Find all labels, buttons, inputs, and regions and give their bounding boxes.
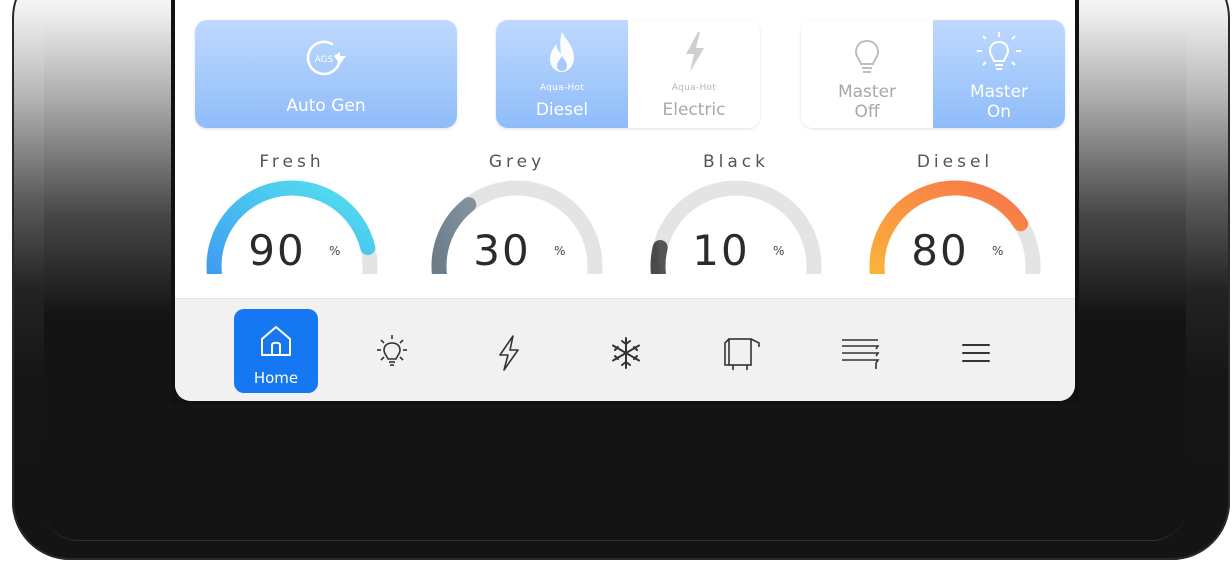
gauge-unit: % [329, 244, 341, 258]
lightning-icon [628, 28, 760, 80]
nav-climate[interactable] [584, 309, 668, 393]
gauge-value: 10 [692, 226, 750, 275]
gauge-title: Grey [488, 152, 546, 172]
auto-gen-label: Auto Gen [286, 96, 366, 116]
gauge-fill [650, 240, 668, 274]
nav-awning[interactable] [818, 309, 902, 393]
gauge-diesel: Diesel 80 % [860, 150, 1050, 280]
gauge-unit: % [773, 244, 785, 258]
home-icon [234, 323, 318, 363]
gauge-unit: % [992, 244, 1004, 258]
nav-home-label: Home [253, 369, 299, 387]
aqua-hot-diesel-button[interactable]: Aqua-Hot Diesel [496, 20, 628, 128]
gauge-value: 30 [473, 226, 531, 275]
nav-slide-outs[interactable] [701, 309, 785, 393]
snowflake-icon [584, 333, 668, 377]
master-on-line2: On [986, 102, 1012, 122]
ags-badge-text: AGS [315, 55, 334, 65]
nav-menu[interactable] [934, 309, 1018, 393]
bottom-nav: Home [175, 298, 1075, 401]
aqua-hot-electric-label: Electric [662, 100, 726, 120]
gauge-black: Black 10 % [641, 150, 831, 280]
nav-home[interactable]: Home [234, 309, 318, 393]
master-off-line2: Off [854, 102, 880, 122]
auto-gen-button[interactable]: AGS Auto Gen [195, 20, 457, 128]
gauge-value: 90 [248, 226, 306, 275]
gauge-title: Fresh [259, 152, 325, 172]
slide-out-icon [701, 333, 785, 377]
lightbulb-on-icon [933, 30, 1065, 84]
master-on-line1: Master [969, 82, 1029, 102]
nav-lighting[interactable] [350, 309, 434, 393]
master-on-button[interactable]: Master On [933, 20, 1065, 128]
ags-icon: AGS [195, 36, 457, 84]
master-off-button[interactable]: Master Off [801, 20, 933, 128]
aqua-hot-diesel-label: Diesel [535, 100, 589, 120]
aqua-hot-toggle: Aqua-Hot Diesel Aqua-Hot Electric [496, 20, 760, 128]
master-off-line1: Master [837, 82, 897, 102]
nav-power[interactable] [467, 309, 551, 393]
flame-icon [496, 28, 628, 80]
gauge-value: 80 [911, 226, 969, 275]
master-lights-toggle: Master Off Master On [801, 20, 1065, 128]
gauge-grey: Grey 30 % [422, 150, 612, 280]
touch-screen: AGS Auto Gen Aqua-Hot Diesel Aqua-Hot El… [175, 0, 1075, 401]
aqua-hot-electric-button[interactable]: Aqua-Hot Electric [628, 20, 760, 128]
lightning-icon [467, 333, 551, 377]
aqua-hot-electric-small-label: Aqua-Hot [671, 83, 717, 93]
gauge-unit: % [554, 244, 566, 258]
gauge-title: Black [703, 152, 769, 172]
menu-icon [934, 333, 1018, 377]
lightbulb-icon [350, 333, 434, 377]
gauge-fresh: Fresh 90 % [197, 150, 387, 280]
lightbulb-off-icon [801, 38, 933, 82]
aqua-hot-diesel-small-label: Aqua-Hot [539, 83, 585, 93]
awning-icon [818, 333, 902, 377]
gauge-title: Diesel [916, 152, 994, 172]
